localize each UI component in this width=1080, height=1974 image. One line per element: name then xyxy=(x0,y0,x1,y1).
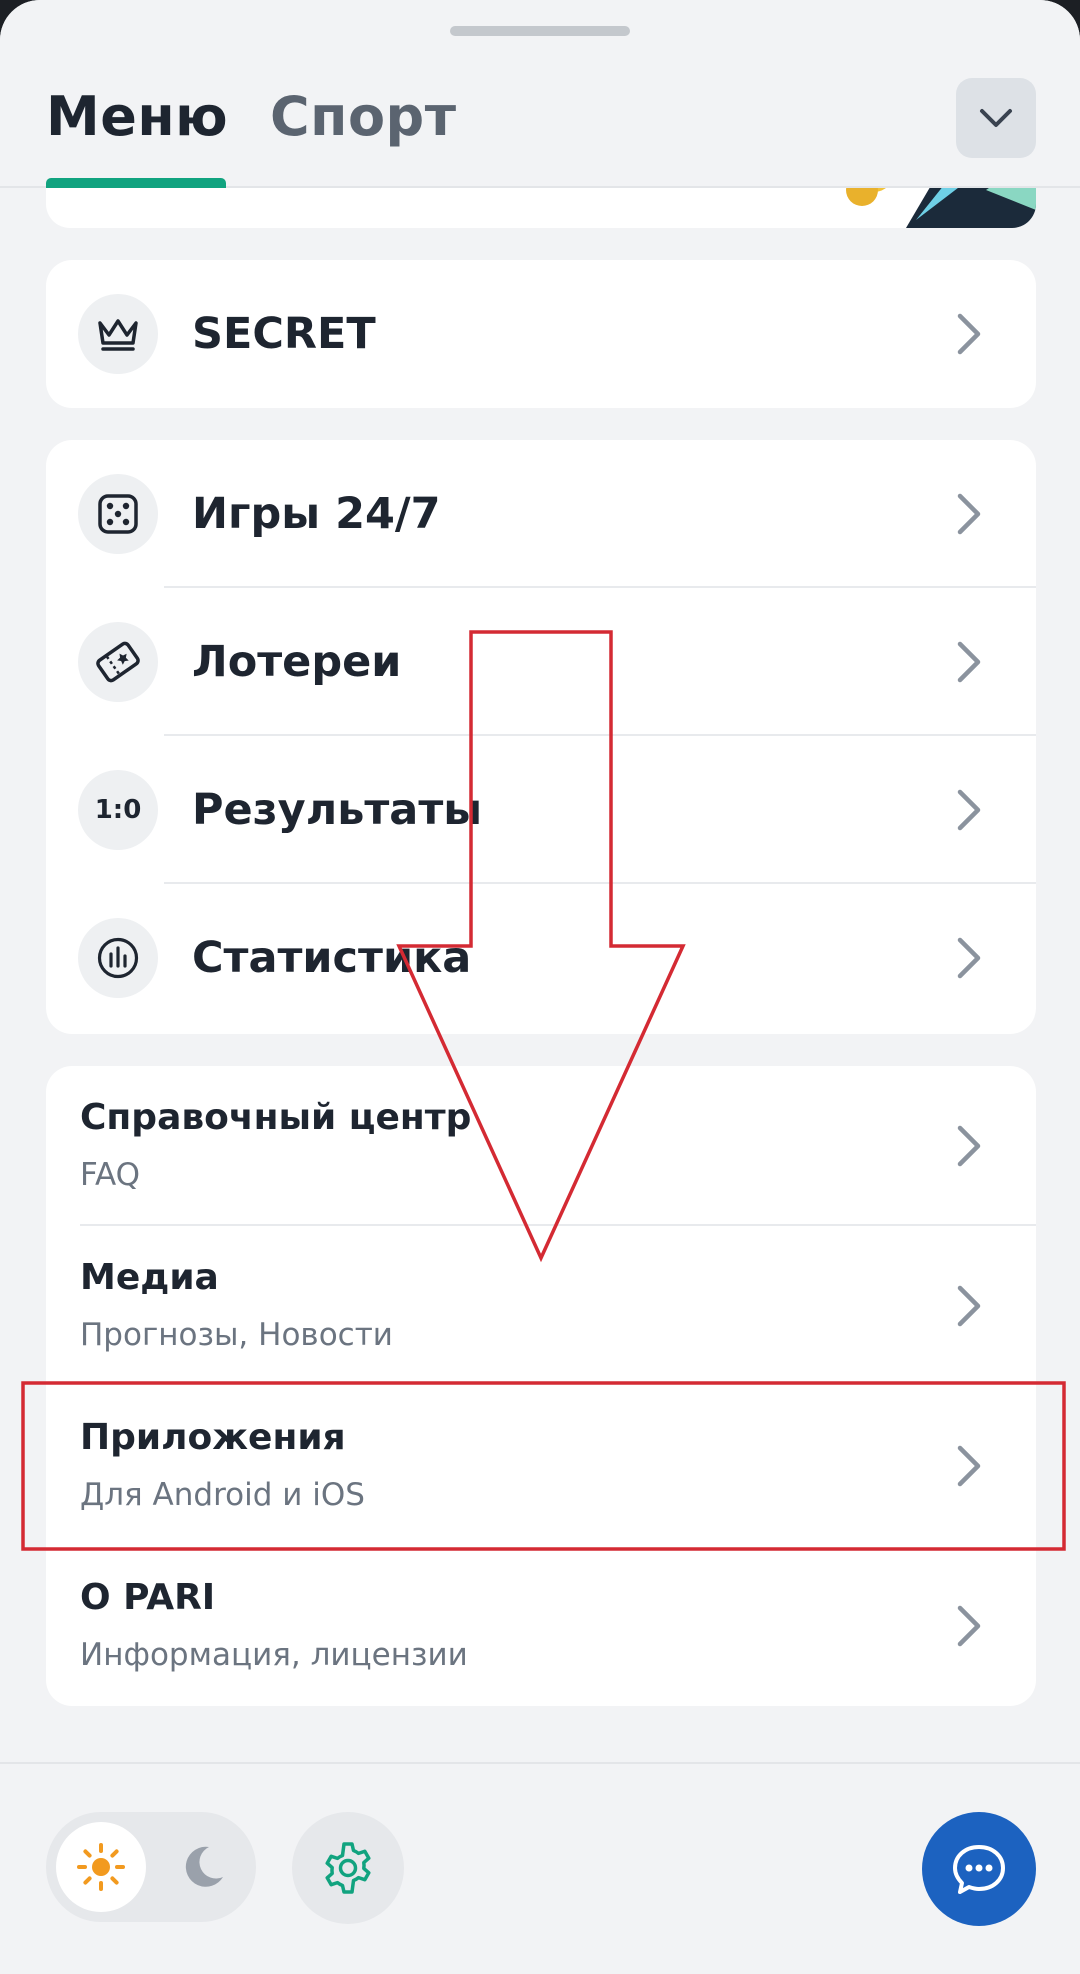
menu-item-results[interactable]: 1:0 Результаты xyxy=(46,736,1036,884)
menu-item-games[interactable]: Игры 24/7 xyxy=(46,440,1036,588)
chevron-right-icon xyxy=(957,1605,981,1647)
chevron-right-icon xyxy=(957,641,981,683)
theme-toggle[interactable] xyxy=(46,1812,256,1922)
chevron-down-icon xyxy=(980,109,1012,127)
crown-icon-wrap xyxy=(78,294,158,374)
light-theme-option[interactable] xyxy=(56,1822,146,1912)
menu-item-label: Результаты xyxy=(192,785,483,835)
lottery-ticket-icon xyxy=(96,641,140,683)
menu-item-label: Игры 24/7 xyxy=(192,489,441,539)
chevron-right-icon xyxy=(957,1445,981,1487)
gear-icon xyxy=(325,1842,371,1894)
menu-item-label: Лотереи xyxy=(192,637,402,687)
collapse-button[interactable] xyxy=(956,78,1036,158)
menu-item-about[interactable]: О PARI Информация, лицензии xyxy=(46,1546,1036,1706)
chevron-right-icon xyxy=(957,1125,981,1167)
menu-item-label: SECRET xyxy=(192,309,376,359)
sun-icon xyxy=(77,1843,125,1891)
lottery-icon-wrap xyxy=(78,622,158,702)
score-icon-wrap: 1:0 xyxy=(78,770,158,850)
dark-theme-option[interactable] xyxy=(168,1832,238,1902)
menu-item-secret[interactable]: SECRET xyxy=(46,260,1036,408)
menu-item-subtitle: Прогнозы, Новости xyxy=(80,1317,393,1353)
chat-button[interactable] xyxy=(922,1812,1036,1926)
dice-icon xyxy=(98,494,138,534)
chevron-right-icon xyxy=(957,493,981,535)
tab-menu[interactable]: Меню xyxy=(46,82,228,152)
games-card: Игры 24/7 Лотереи 1:0 Результаты Статист… xyxy=(46,440,1036,1034)
menu-item-subtitle: Информация, лицензии xyxy=(80,1637,468,1673)
menu-item-apps[interactable]: Приложения Для Android и iOS xyxy=(46,1386,1036,1546)
menu-item-title: Медиа xyxy=(80,1257,219,1298)
menu-item-lotteries[interactable]: Лотереи xyxy=(46,588,1036,736)
chevron-right-icon xyxy=(957,1285,981,1327)
info-card: Справочный центр FAQ Медиа Прогнозы, Нов… xyxy=(46,1066,1036,1706)
secret-card: SECRET xyxy=(46,260,1036,408)
menu-sheet: Меню Спорт SECRET Игры 24/7 Лотереи 1:0 … xyxy=(0,0,1080,1974)
chevron-right-icon xyxy=(957,789,981,831)
bar-chart-icon xyxy=(97,937,139,979)
drag-handle-bar[interactable] xyxy=(450,26,630,36)
dice-icon-wrap xyxy=(78,474,158,554)
menu-item-media[interactable]: Медиа Прогнозы, Новости xyxy=(46,1226,1036,1386)
settings-button[interactable] xyxy=(292,1812,404,1924)
chart-icon-wrap xyxy=(78,918,158,998)
menu-item-title: Приложения xyxy=(80,1417,346,1458)
menu-item-subtitle: FAQ xyxy=(80,1157,141,1193)
menu-item-subtitle: Для Android и iOS xyxy=(80,1477,365,1513)
moon-icon xyxy=(185,1846,223,1887)
tab-sport[interactable]: Спорт xyxy=(270,82,457,152)
menu-item-title: Справочный центр xyxy=(80,1097,472,1138)
header: Меню Спорт xyxy=(0,0,1080,188)
chat-bubble-icon xyxy=(953,1845,1005,1894)
crown-icon xyxy=(98,319,138,351)
score-icon: 1:0 xyxy=(94,795,142,825)
menu-item-statistics[interactable]: Статистика xyxy=(46,884,1036,1032)
active-tab-indicator xyxy=(46,178,226,188)
menu-item-label: Статистика xyxy=(192,933,472,983)
footer-bar xyxy=(0,1762,1080,1974)
menu-item-help-center[interactable]: Справочный центр FAQ xyxy=(46,1066,1036,1226)
menu-item-title: О PARI xyxy=(80,1577,216,1618)
chevron-right-icon xyxy=(957,313,981,355)
chevron-right-icon xyxy=(957,937,981,979)
